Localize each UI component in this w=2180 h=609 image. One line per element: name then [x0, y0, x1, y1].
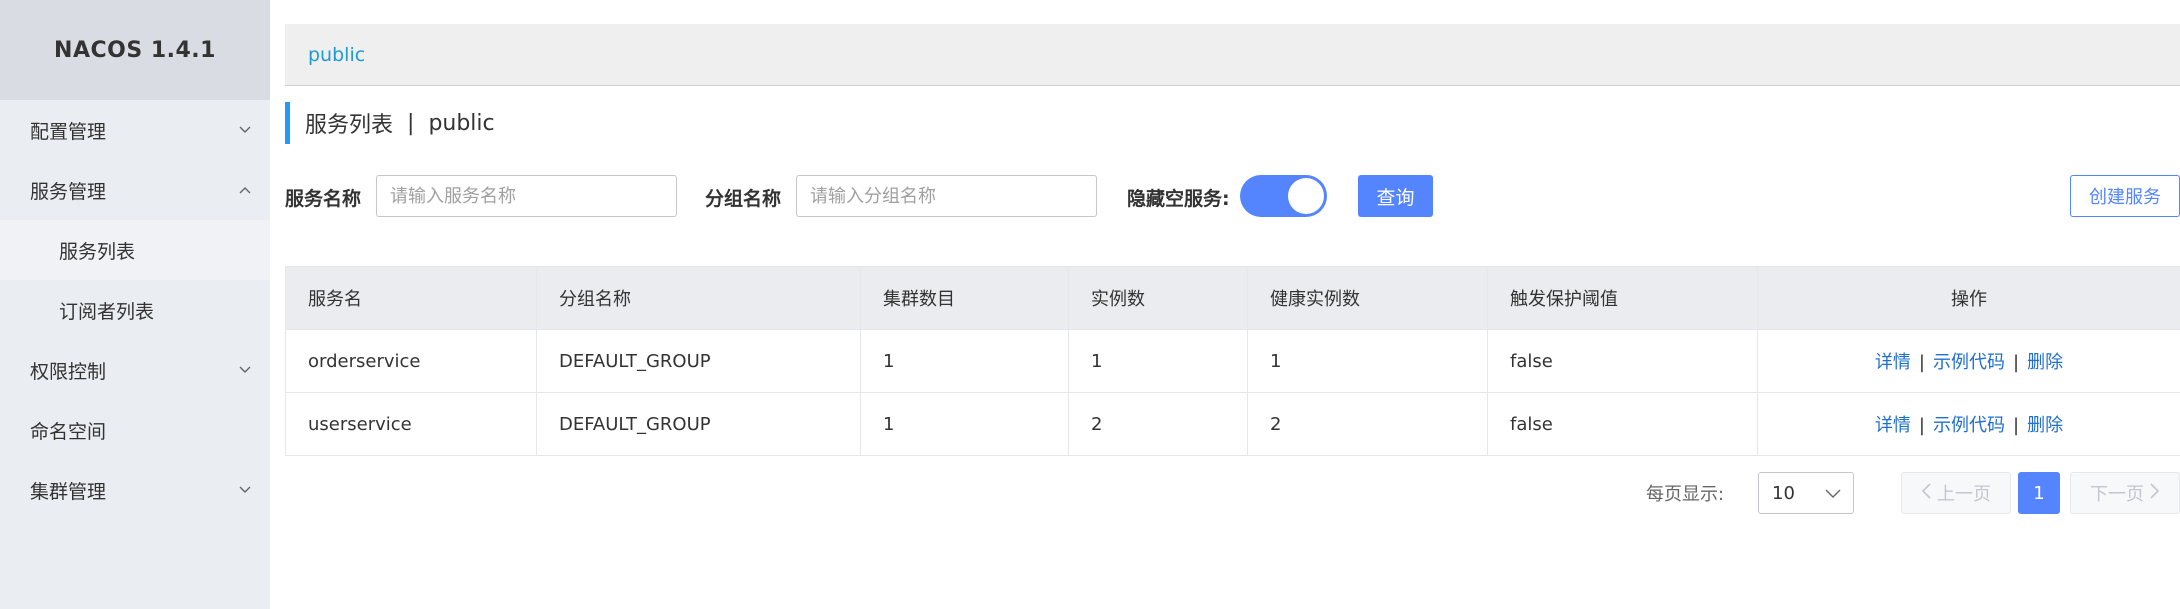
- sidebar-subitem-service-list[interactable]: 服务列表: [0, 220, 270, 280]
- table-row: userservice DEFAULT_GROUP 1 2 2 false 详情…: [285, 392, 2180, 456]
- action-separator: |: [1918, 352, 1925, 373]
- column-header-service-name: 服务名: [285, 266, 537, 330]
- service-table: 服务名 分组名称 集群数目 实例数 健康实例数 触发保护阈值 操作 orders…: [285, 266, 2180, 456]
- sidebar-item-label: 命名空间: [30, 420, 107, 443]
- detail-link[interactable]: 详情: [1875, 352, 1911, 373]
- service-name-label: 服务名称: [285, 187, 362, 210]
- sample-code-link[interactable]: 示例代码: [1933, 415, 2005, 436]
- create-service-button[interactable]: 创建服务: [2070, 175, 2180, 217]
- delete-link[interactable]: 删除: [2027, 352, 2063, 373]
- prev-page-button[interactable]: 上一页: [1901, 472, 2011, 514]
- sidebar: NACOS 1.4.1 配置管理 服务管理 服务列表 订阅者列表 权限控制 命名…: [0, 0, 270, 609]
- sample-code-link[interactable]: 示例代码: [1933, 352, 2005, 373]
- page-number-1[interactable]: 1: [2018, 472, 2060, 514]
- namespace-link-public[interactable]: public: [308, 44, 365, 66]
- cell-actions: 详情 | 示例代码 | 删除: [1757, 329, 2180, 393]
- next-page-label: 下一页: [2090, 484, 2144, 505]
- chevron-down-icon: [234, 479, 256, 501]
- cell-protect-threshold: false: [1487, 329, 1758, 393]
- cell-healthy-count: 1: [1247, 329, 1488, 393]
- toggle-knob: [1288, 178, 1324, 214]
- chevron-down-icon: [1825, 483, 1841, 504]
- column-header-healthy-count: 健康实例数: [1247, 266, 1488, 330]
- next-page-button[interactable]: 下一页: [2070, 472, 2180, 514]
- column-header-group-name: 分组名称: [536, 266, 861, 330]
- cell-cluster-count: 1: [860, 392, 1069, 456]
- chevron-down-icon: [234, 119, 256, 141]
- hide-empty-label: 隐藏空服务:: [1127, 187, 1230, 210]
- column-header-actions: 操作: [1757, 266, 2180, 330]
- chevron-up-icon: [234, 179, 256, 201]
- sidebar-item-label: 权限控制: [30, 360, 107, 383]
- page-title-namespace: public: [428, 110, 495, 136]
- cell-service-name: orderservice: [285, 329, 537, 393]
- column-header-cluster-count: 集群数目: [860, 266, 1069, 330]
- pagination: 每页显示: 10 上一页 1 下一页: [285, 472, 2180, 514]
- page-size-label: 每页显示:: [1646, 484, 1725, 505]
- delete-link[interactable]: 删除: [2027, 415, 2063, 436]
- cell-group-name: DEFAULT_GROUP: [536, 329, 861, 393]
- page-title-separator: |: [407, 110, 415, 136]
- chevron-down-icon: [234, 359, 256, 381]
- action-separator: |: [2013, 352, 2020, 373]
- query-button[interactable]: 查询: [1358, 175, 1433, 217]
- app-root: NACOS 1.4.1 配置管理 服务管理 服务列表 订阅者列表 权限控制 命名…: [0, 0, 2180, 609]
- main-content: public 服务列表 | public 服务名称 分组名称 隐藏空服务: 查询…: [270, 0, 2180, 609]
- action-separator: |: [1918, 415, 1925, 436]
- cell-healthy-count: 2: [1247, 392, 1488, 456]
- namespace-bar: public: [285, 24, 2180, 86]
- sidebar-item-access-control[interactable]: 权限控制: [0, 340, 270, 400]
- sidebar-item-label: 服务管理: [30, 180, 107, 203]
- sidebar-item-service-management[interactable]: 服务管理: [0, 160, 270, 220]
- group-name-input[interactable]: [796, 175, 1097, 217]
- filter-bar: 服务名称 分组名称 隐藏空服务: 查询 创建服务: [285, 175, 2180, 219]
- group-name-label: 分组名称: [705, 187, 782, 210]
- cell-service-name: userservice: [285, 392, 537, 456]
- chevron-right-icon: [2150, 482, 2160, 504]
- page-size-select[interactable]: 10: [1758, 472, 1854, 514]
- sidebar-item-namespace[interactable]: 命名空间: [0, 400, 270, 460]
- brand-title: NACOS 1.4.1: [0, 0, 270, 100]
- page-size-value: 10: [1772, 482, 1795, 504]
- sidebar-item-label: 集群管理: [30, 480, 107, 503]
- cell-group-name: DEFAULT_GROUP: [536, 392, 861, 456]
- page-title: 服务列表 | public: [285, 102, 495, 144]
- detail-link[interactable]: 详情: [1875, 415, 1911, 436]
- chevron-left-icon: [1921, 482, 1931, 504]
- service-name-input[interactable]: [376, 175, 677, 217]
- table-row: orderservice DEFAULT_GROUP 1 1 1 false 详…: [285, 329, 2180, 393]
- action-separator: |: [2013, 415, 2020, 436]
- column-header-protect-threshold: 触发保护阈值: [1487, 266, 1758, 330]
- sidebar-item-label: 配置管理: [30, 120, 107, 143]
- sidebar-item-cluster-management[interactable]: 集群管理: [0, 460, 270, 520]
- hide-empty-toggle[interactable]: [1240, 175, 1327, 217]
- cell-actions: 详情 | 示例代码 | 删除: [1757, 392, 2180, 456]
- cell-protect-threshold: false: [1487, 392, 1758, 456]
- prev-page-label: 上一页: [1937, 484, 1991, 505]
- cell-instance-count: 1: [1068, 329, 1248, 393]
- page-title-text: 服务列表: [305, 113, 394, 138]
- sidebar-subitem-subscriber-list[interactable]: 订阅者列表: [0, 280, 270, 340]
- column-header-instance-count: 实例数: [1068, 266, 1248, 330]
- sidebar-item-config[interactable]: 配置管理: [0, 100, 270, 160]
- table-header-row: 服务名 分组名称 集群数目 实例数 健康实例数 触发保护阈值 操作: [285, 266, 2180, 330]
- cell-cluster-count: 1: [860, 329, 1069, 393]
- cell-instance-count: 2: [1068, 392, 1248, 456]
